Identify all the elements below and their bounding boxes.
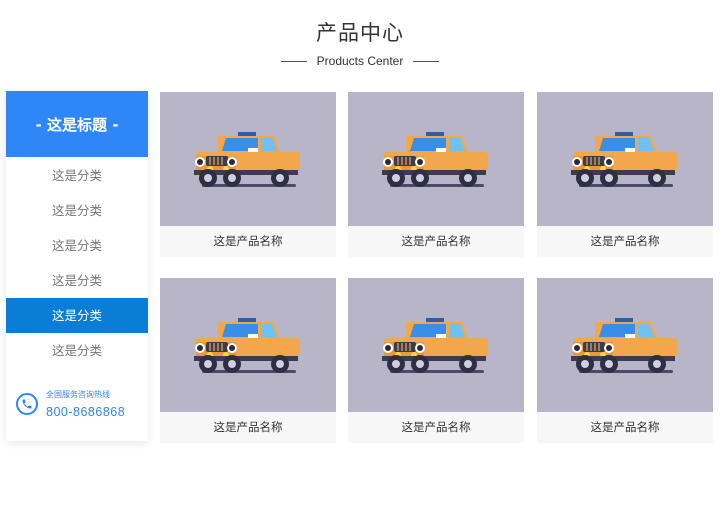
car-icon: [194, 318, 300, 373]
sidebar-item-2[interactable]: 这是分类: [6, 193, 148, 228]
phone-icon: [16, 393, 38, 415]
product-image[interactable]: [160, 278, 336, 412]
service-hotline: 全国服务咨询热线 800-8686868: [16, 389, 125, 419]
page-subtitle: Products Center: [316, 54, 404, 68]
product-image[interactable]: [160, 92, 336, 226]
divider-line-right: [413, 60, 440, 62]
hotline-label: 全国服务咨询热线: [46, 390, 110, 399]
sidebar-item-3[interactable]: 这是分类: [6, 228, 148, 263]
product-card[interactable]: 这是产品名称: [348, 92, 524, 257]
sidebar-item-1[interactable]: 这是分类: [6, 158, 148, 193]
product-card[interactable]: 这是产品名称: [348, 278, 524, 443]
subtitle-row: Products Center: [0, 54, 720, 68]
product-image[interactable]: [348, 278, 524, 412]
page-title: 产品中心: [316, 21, 404, 45]
divider-line-left: [280, 60, 307, 62]
product-card[interactable]: 这是产品名称: [160, 92, 336, 257]
product-name[interactable]: 这是产品名称: [537, 226, 713, 257]
car-icon: [571, 132, 677, 187]
product-name[interactable]: 这是产品名称: [348, 412, 524, 443]
sidebar-item-5-active[interactable]: 这是分类: [6, 298, 148, 333]
category-sidebar: - 这是标题 - 这是分类 这是分类 这是分类 这是分类 这是分类 这是分类 全…: [6, 91, 148, 441]
car-icon: [194, 132, 300, 187]
product-image[interactable]: [348, 92, 524, 226]
product-card[interactable]: 这是产品名称: [160, 278, 336, 443]
product-image[interactable]: [537, 278, 713, 412]
hotline-number[interactable]: 800-8686868: [46, 405, 125, 419]
product-name[interactable]: 这是产品名称: [160, 226, 336, 257]
product-name[interactable]: 这是产品名称: [160, 412, 336, 443]
sidebar-item-4[interactable]: 这是分类: [6, 263, 148, 298]
car-icon: [382, 318, 488, 373]
product-image[interactable]: [537, 92, 713, 226]
car-icon: [382, 132, 488, 187]
product-name[interactable]: 这是产品名称: [537, 412, 713, 443]
sidebar-item-6[interactable]: 这是分类: [6, 333, 148, 368]
car-icon: [571, 318, 677, 373]
page-header: 产品中心 Products Center: [0, 18, 720, 68]
product-card[interactable]: 这是产品名称: [537, 92, 713, 257]
product-card[interactable]: 这是产品名称: [537, 278, 713, 443]
product-name[interactable]: 这是产品名称: [348, 226, 524, 257]
sidebar-title: - 这是标题 -: [6, 91, 148, 157]
